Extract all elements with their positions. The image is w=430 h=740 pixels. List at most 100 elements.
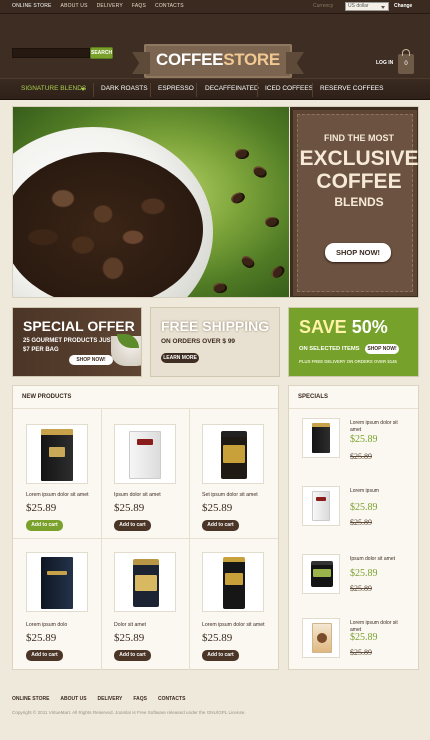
footer-links: ONLINE STORE ABOUT US DELIVERY FAQS CONT… [12,696,185,702]
promo-save-shop-button[interactable]: SHOP NOW! [365,344,399,354]
add-to-cart-button[interactable]: Add to cart [114,520,151,531]
cart-count: 0 [404,61,408,67]
special-image[interactable] [302,486,340,526]
hero-banner[interactable]: FIND THE MOST EXCLUSIVE COFFEE BLENDS SH… [12,106,419,298]
product-card[interactable]: Dolor sit amet $25.89 Add to cart [114,546,202,698]
top-link-delivery[interactable]: DELIVERY [97,3,123,9]
banner-line2: EXCLUSIVE [299,147,419,170]
footer-link-online-store[interactable]: ONLINE STORE [12,696,49,702]
product-image[interactable] [26,424,88,484]
promo-special-line2: $7 PER BAG [23,347,59,353]
product-name[interactable]: Dolor sit amet [114,622,146,628]
cart-bag-icon[interactable]: 0 [398,49,414,74]
special-image[interactable] [302,418,340,458]
promo-save-percent: 50% [351,317,388,337]
special-item[interactable]: Lorem ipsum dolor sit amet $25.89 $25.89 [302,418,408,478]
product-image[interactable] [202,552,264,612]
change-currency-button[interactable]: Change [394,3,412,9]
footer: ONLINE STORE ABOUT US DELIVERY FAQS CONT… [0,688,430,740]
nav-dark-roasts[interactable]: DARK ROASTS [101,85,148,92]
nav-espresso[interactable]: ESPRESSO [158,85,194,92]
footer-link-about-us[interactable]: ABOUT US [60,696,86,702]
banner-coffee-photo [13,107,289,297]
logo-text-coffee: COFFEE [156,50,224,69]
currency-select[interactable]: US dollar [345,2,389,11]
nav-divider [312,83,313,97]
footer-link-contacts[interactable]: CONTACTS [158,696,185,702]
banner-promo-inner: FIND THE MOST EXCLUSIVE COFFEE BLENDS SH… [297,114,418,292]
special-price: $25.89 [350,632,378,643]
header: SEARCH COFFEESTORE LOG IN 0 [0,14,430,78]
top-link-faqs[interactable]: FAQS [132,3,146,9]
add-to-cart-button[interactable]: Add to cart [26,650,63,661]
special-old-price: $25.89 [350,452,372,461]
product-name[interactable]: Lorem ipsum dolor sit amet [26,492,89,498]
banner-line3: COFFEE [316,170,402,193]
logo-ribbon[interactable]: COFFEESTORE [144,44,292,78]
product-name[interactable]: Set ipsum dolor sit amet [202,492,258,498]
special-item[interactable]: Lorem ipsum dolor sit amet $25.89 $25.89 [302,618,408,678]
special-image[interactable] [302,554,340,594]
currency-label: Currency [313,3,334,9]
logo-text-store: STORE [223,50,280,69]
nav-signature-blends[interactable]: SIGNATURE BLENDS [21,85,86,92]
add-to-cart-button[interactable]: Add to cart [114,650,151,661]
product-image[interactable] [26,552,88,612]
promo-save-50[interactable]: SAVE 50% ON SELECTED ITEMS SHOP NOW! PLU… [288,307,419,377]
promo-learn-more-button[interactable]: LEARN MORE [161,353,199,363]
product-name[interactable]: Lorem ipsum dolor sit amet [202,622,265,628]
promo-special-shop-button[interactable]: SHOP NOW! [69,355,113,365]
divider [13,408,278,409]
chevron-down-icon [81,88,85,91]
special-name[interactable]: Ipsum dolor sit amet [350,556,408,563]
top-bar: ONLINE STORE ABOUT US DELIVERY FAQS CONT… [0,0,430,14]
footer-link-delivery[interactable]: DELIVERY [98,696,123,702]
special-name[interactable]: Lorem ipsum [350,488,408,495]
top-link-online-store[interactable]: ONLINE STORE [12,3,52,9]
promo-save-word: SAVE [299,317,347,337]
login-link[interactable]: LOG IN [376,60,393,66]
nav-divider [257,83,258,97]
special-image[interactable] [302,618,340,658]
nav-divider [93,83,94,97]
search-input[interactable] [12,48,90,58]
special-item[interactable]: Ipsum dolor sit amet $25.89 $25.89 [302,554,408,614]
product-price: $25.89 [26,502,57,514]
special-name[interactable]: Lorem ipsum dolor sit amet [350,420,408,433]
nav-iced-coffees[interactable]: ICED COFFEES [265,85,313,92]
special-price: $25.89 [350,568,378,579]
banner-line4: BLENDS [334,195,384,209]
add-to-cart-button[interactable]: Add to cart [202,650,239,661]
nav-decaffeinated[interactable]: DECAFFEINATED [205,85,259,92]
product-name[interactable]: Lorem ipsum dolo [26,622,67,628]
product-name[interactable]: Ipsum dolor sit amet [114,492,161,498]
product-image[interactable] [114,552,176,612]
promo-shipping-line1: ON ORDERS OVER $ 99 [161,338,236,345]
top-link-about-us[interactable]: ABOUT US [61,3,88,9]
product-image[interactable] [202,424,264,484]
main-nav: SIGNATURE BLENDS DARK ROASTS ESPRESSO DE… [0,78,430,100]
new-products-title: NEW PRODUCTS [22,394,72,400]
product-card[interactable]: Lorem ipsum dolo $25.89 Add to cart [26,546,114,698]
product-price: $25.89 [202,502,233,514]
special-old-price: $25.89 [350,518,372,527]
product-card[interactable]: Lorem ipsum dolor sit amet $25.89 Add to… [202,546,290,698]
banner-shop-now-button[interactable]: SHOP NOW! [325,243,391,262]
add-to-cart-button[interactable]: Add to cart [202,520,239,531]
footer-link-faqs[interactable]: FAQS [133,696,147,702]
promo-free-shipping[interactable]: FREE SHIPPING ON ORDERS OVER $ 99 LEARN … [150,307,280,377]
special-old-price: $25.89 [350,648,372,657]
search-button[interactable]: SEARCH [90,47,113,59]
banner-line1: FIND THE MOST [324,133,394,143]
product-price: $25.89 [114,502,145,514]
nav-reserve-coffees[interactable]: RESERVE COFFEES [320,85,383,92]
special-item[interactable]: Lorem ipsum $25.89 $25.89 [302,486,408,546]
logo[interactable]: COFFEESTORE [144,50,292,70]
product-price: $25.89 [26,632,57,644]
top-link-contacts[interactable]: CONTACTS [155,3,184,9]
promo-special-offer[interactable]: SPECIAL OFFER 25 GOURMET PRODUCTS JUST $… [12,307,142,377]
promo-save-title: SAVE 50% [299,317,388,338]
add-to-cart-button[interactable]: Add to cart [26,520,63,531]
product-image[interactable] [114,424,176,484]
specials-box: SPECIALS Lorem ipsum dolor sit amet $25.… [288,385,419,670]
